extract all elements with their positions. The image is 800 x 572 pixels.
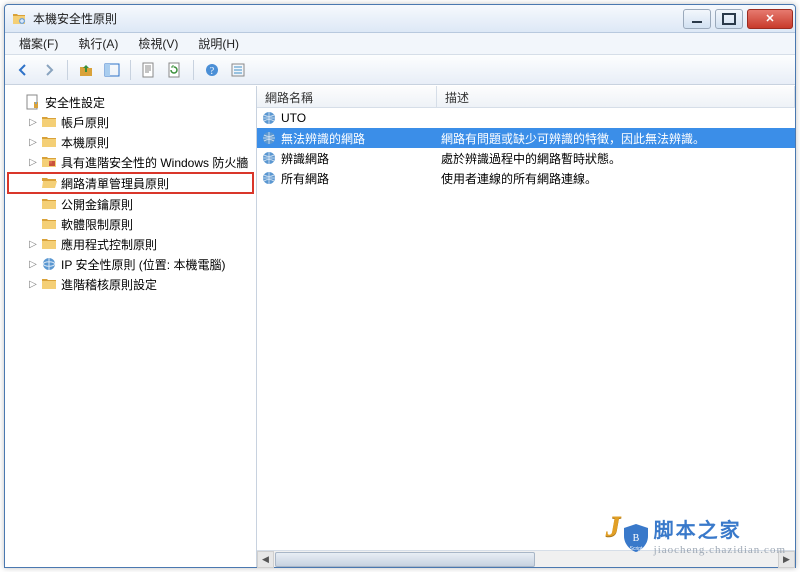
window-frame: 本機安全性原則 檔案(F) 執行(A) 檢視(V) 說明(H) ? 安全性設定 [4, 4, 796, 568]
expand-icon[interactable]: ▷ [27, 239, 39, 250]
back-button[interactable] [11, 58, 35, 82]
properties-button[interactable] [137, 58, 161, 82]
expand-icon[interactable]: ▷ [27, 137, 39, 148]
forward-button[interactable] [37, 58, 61, 82]
list-row[interactable]: UTO [257, 108, 795, 128]
minimize-button[interactable] [683, 9, 711, 29]
refresh-button[interactable] [163, 58, 187, 82]
row-name: UTO [281, 111, 306, 125]
row-name: 所有網路 [281, 170, 329, 187]
toolbar-separator [193, 60, 194, 80]
tree-root[interactable]: 安全性設定 [7, 92, 254, 112]
maximize-button[interactable] [715, 9, 743, 29]
list-row[interactable]: 所有網路 使用者連線的所有網路連線。 [257, 168, 795, 188]
list-header: 網路名稱 描述 [257, 86, 795, 108]
row-desc: 處於辨識過程中的網路暫時狀態。 [437, 150, 795, 167]
network-icon [261, 170, 277, 186]
svg-text:?: ? [210, 66, 215, 77]
scroll-track[interactable] [274, 551, 778, 567]
tree-item-label: 帳戶原則 [61, 114, 109, 131]
tree-root-label: 安全性設定 [45, 94, 105, 111]
titlebar: 本機安全性原則 [5, 5, 795, 33]
menu-help[interactable]: 說明(H) [190, 33, 247, 54]
tree-item-label: 軟體限制原則 [61, 216, 133, 233]
menu-action[interactable]: 執行(A) [70, 33, 126, 54]
tree-item-label: 網路清單管理員原則 [61, 175, 169, 192]
close-button[interactable] [747, 9, 793, 29]
folder-icon [41, 276, 57, 292]
content-area: 安全性設定 ▷ 帳戶原則 ▷ 本機原則 ▷ 具有進階安全性的 Windows 防火牆網路清… [5, 85, 795, 567]
expand-icon[interactable]: ▷ [27, 279, 39, 290]
toolbar-separator [67, 60, 68, 80]
list-row[interactable]: 辨識網路 處於辨識過程中的網路暫時狀態。 [257, 148, 795, 168]
tree-item[interactable]: 網路清單管理員原則 [7, 172, 254, 194]
network-icon [261, 150, 277, 166]
list-body[interactable]: UTO 無法辨識的網路 網路有問題或缺少可辨識的特徵，因此無法辨識。辨識網路 處於辨識… [257, 108, 795, 550]
list-pane: 網路名稱 描述 UTO 無法辨識的網路 網路有問題或缺少可辨識的特徵，因此無法辨識。… [257, 86, 795, 567]
tree-item[interactable]: ▷ 具有進階安全性的 Windows 防火牆 [7, 152, 254, 172]
help-button[interactable]: ? [200, 58, 224, 82]
folder-icon [41, 175, 57, 191]
tree-item[interactable]: ▷ 本機原則 [7, 132, 254, 152]
horizontal-scrollbar[interactable]: ◀ ▶ [257, 550, 795, 567]
expand-icon[interactable]: ▷ [27, 117, 39, 128]
tree-pane[interactable]: 安全性設定 ▷ 帳戶原則 ▷ 本機原則 ▷ 具有進階安全性的 Windows 防火牆網路清… [5, 86, 257, 567]
window-buttons [679, 9, 793, 29]
row-desc: 使用者連線的所有網路連線。 [437, 170, 795, 187]
tree-item-label: 具有進階安全性的 Windows 防火牆 [61, 154, 248, 171]
row-desc: 網路有問題或缺少可辨識的特徵，因此無法辨識。 [437, 130, 795, 147]
folder-icon [41, 196, 57, 212]
expand-icon[interactable]: ▷ [27, 259, 39, 270]
show-hide-tree-button[interactable] [100, 58, 124, 82]
window-title: 本機安全性原則 [33, 10, 679, 27]
export-list-button[interactable] [226, 58, 250, 82]
menu-bar: 檔案(F) 執行(A) 檢視(V) 說明(H) [5, 33, 795, 55]
up-button[interactable] [74, 58, 98, 82]
folder-icon [41, 236, 57, 252]
tree-item-label: 本機原則 [61, 134, 109, 151]
folder-icon [41, 216, 57, 232]
folder-icon [41, 114, 57, 130]
tree-item[interactable]: ▷ IP 安全性原則 (位置: 本機電腦) [7, 254, 254, 274]
tree-item-label: 應用程式控制原則 [61, 236, 157, 253]
menu-view[interactable]: 檢視(V) [130, 33, 186, 54]
tree-item[interactable]: ▷ 帳戶原則 [7, 112, 254, 132]
menu-file[interactable]: 檔案(F) [11, 33, 66, 54]
tree-item[interactable]: 公開金鑰原則 [7, 194, 254, 214]
scroll-right-arrow[interactable]: ▶ [778, 551, 795, 568]
tree-item[interactable]: 軟體限制原則 [7, 214, 254, 234]
security-settings-icon [25, 94, 41, 110]
folder-icon [41, 256, 57, 272]
scroll-thumb[interactable] [275, 552, 535, 567]
tree-item-label: 進階稽核原則設定 [61, 276, 157, 293]
tree-item-label: IP 安全性原則 (位置: 本機電腦) [61, 256, 225, 273]
tree-item[interactable]: ▷ 應用程式控制原則 [7, 234, 254, 254]
app-icon [11, 11, 27, 27]
column-header-desc[interactable]: 描述 [437, 86, 795, 107]
network-icon [261, 110, 277, 126]
toolbar: ? [5, 55, 795, 85]
scroll-left-arrow[interactable]: ◀ [257, 551, 274, 568]
row-name: 無法辨識的網路 [281, 130, 365, 147]
network-icon [261, 130, 277, 146]
tree-item-label: 公開金鑰原則 [61, 196, 133, 213]
column-header-name[interactable]: 網路名稱 [257, 86, 437, 107]
row-name: 辨識網路 [281, 150, 329, 167]
list-row[interactable]: 無法辨識的網路 網路有問題或缺少可辨識的特徵，因此無法辨識。 [257, 128, 795, 148]
tree-item[interactable]: ▷ 進階稽核原則設定 [7, 274, 254, 294]
folder-icon [41, 134, 57, 150]
expand-icon[interactable]: ▷ [27, 157, 39, 168]
toolbar-separator [130, 60, 131, 80]
folder-icon [41, 154, 57, 170]
